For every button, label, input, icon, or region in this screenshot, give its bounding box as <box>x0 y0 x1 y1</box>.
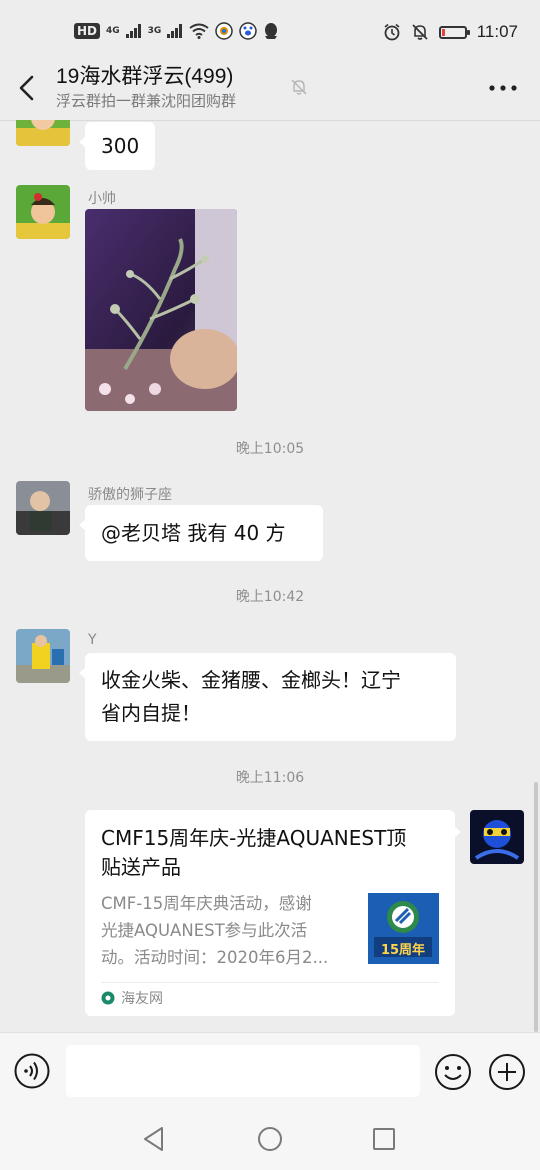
hd-badge: HD <box>74 23 101 39</box>
link-card-desc-line: 光捷AQUANEST参与此次活 <box>101 921 308 940</box>
alarm-icon <box>384 23 400 41</box>
link-card-title-line: CMF15周年庆-光捷AQUANEST顶 <box>101 826 407 850</box>
qq-notification-icon <box>265 23 278 39</box>
avatar[interactable] <box>16 629 70 683</box>
link-card-thumbnail: 15周年 <box>368 893 439 964</box>
emoji-icon[interactable] <box>434 1053 472 1091</box>
divider <box>101 982 439 983</box>
wifi-icon <box>189 23 209 39</box>
battery-icon <box>438 25 470 39</box>
sender-name: 骄傲的狮子座 <box>88 487 172 503</box>
source-logo-icon <box>101 991 115 1005</box>
timestamp: 晚上10:05 <box>235 441 305 457</box>
more-dots-icon[interactable] <box>488 78 518 98</box>
plus-icon[interactable] <box>488 1053 526 1091</box>
nav-back-icon[interactable] <box>140 1124 168 1154</box>
network-4g: 4G <box>106 26 120 36</box>
status-time: 11:07 <box>476 22 518 41</box>
my-avatar[interactable] <box>470 810 524 864</box>
system-nav-bar <box>0 1110 540 1170</box>
message-bubble[interactable]: 300 <box>78 122 156 170</box>
input-bar <box>0 1032 540 1111</box>
paw-notification-icon <box>239 22 258 40</box>
link-card-desc-line: CMF-15周年庆典活动，感谢 <box>101 894 312 913</box>
status-bar: HD 4G 3G 11:07 <box>0 0 540 66</box>
silent-bell-icon <box>412 24 428 40</box>
bell-off-icon <box>291 79 307 95</box>
chat-area[interactable]: 300 小帅 晚上10:05 骄傲的狮子座 @老贝塔 我有 40 方 晚上10:… <box>0 120 540 1032</box>
link-card-desc-line: 动。活动时间：2020年6月2... <box>101 948 329 967</box>
message-line: 收金火柴、金猪腰、金榔头！辽宁 <box>101 668 401 692</box>
sender-name: 小帅 <box>88 191 116 207</box>
link-card-description: CMF-15周年庆典活动，感谢 光捷AQUANEST参与此次活 动。活动时间：2… <box>101 890 351 971</box>
link-card[interactable]: CMF15周年庆-光捷AQUANEST顶 贴送产品 CMF-15周年庆典活动，感… <box>85 810 461 1016</box>
timestamp: 晚上11:06 <box>235 770 305 786</box>
chat-title: 19海水群浮云(499) <box>56 65 234 88</box>
network-3g: 3G <box>147 26 162 36</box>
app-notification-icon <box>215 22 234 40</box>
link-card-thumb-text: 15周年 <box>380 943 426 958</box>
avatar[interactable] <box>16 185 70 239</box>
message-image[interactable] <box>85 209 237 411</box>
message-bubble[interactable]: @老贝塔 我有 40 方 <box>79 505 323 561</box>
nav-home-icon[interactable] <box>256 1124 284 1154</box>
chat-header: 19海水群浮云(499) 浮云群拍一群兼沈阳团购群 <box>0 58 540 121</box>
timestamp: 晚上10:42 <box>235 589 305 605</box>
status-right: 11:07 <box>383 22 518 42</box>
source-name: 海友网 <box>121 991 163 1007</box>
signal-icon <box>167 24 183 38</box>
message-bubble[interactable]: 收金火柴、金猪腰、金榔头！辽宁 省内自提！ <box>79 653 456 741</box>
link-card-source: 海友网 <box>101 988 163 1008</box>
signal-icon <box>125 24 141 38</box>
chevron-left-icon[interactable] <box>14 72 42 104</box>
battery-level <box>441 28 445 36</box>
chat-subtitle: 浮云群拍一群兼沈阳团购群 <box>56 92 237 110</box>
scrollbar[interactable] <box>534 782 538 1032</box>
message-line: 省内自提！ <box>101 701 201 725</box>
avatar[interactable] <box>16 481 70 535</box>
message-input[interactable] <box>66 1045 420 1097</box>
link-card-title: CMF15周年庆-光捷AQUANEST顶 贴送产品 <box>101 824 441 882</box>
status-left: HD 4G 3G <box>74 22 279 40</box>
avatar[interactable] <box>16 120 70 146</box>
nav-recent-icon[interactable] <box>370 1124 398 1154</box>
sender-name: Y <box>88 632 97 648</box>
link-card-title-line: 贴送产品 <box>101 855 181 879</box>
voice-icon[interactable] <box>14 1053 50 1089</box>
